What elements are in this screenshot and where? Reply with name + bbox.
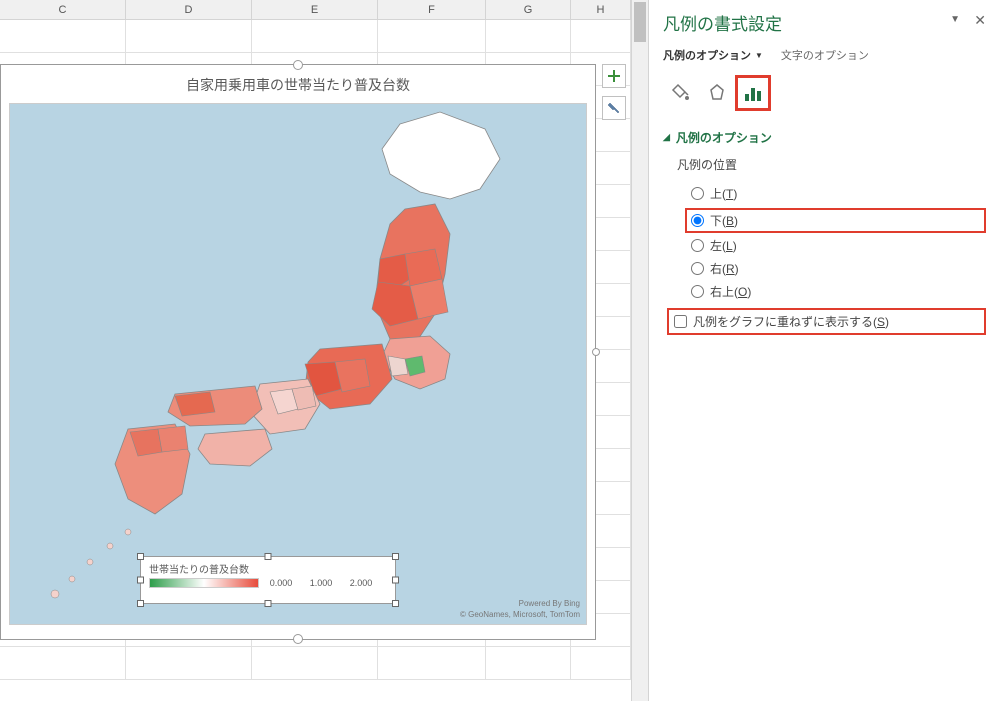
radio-position-bottom[interactable]: 下(B) xyxy=(685,208,986,233)
chart-legend[interactable]: 世帯当たりの普及台数 0.000 1.000 2.000 xyxy=(140,556,396,604)
legend-handle[interactable] xyxy=(265,600,272,607)
col-header-c[interactable]: C xyxy=(0,0,126,19)
col-header-e[interactable]: E xyxy=(252,0,378,19)
dropdown-arrow-icon: ▼ xyxy=(755,51,763,60)
legend-gradient-bar xyxy=(149,578,259,588)
radio-position-right[interactable]: 右(R) xyxy=(691,260,986,277)
chart-options-icon[interactable] xyxy=(735,75,771,111)
legend-handle[interactable] xyxy=(265,553,272,560)
col-header-g[interactable]: G xyxy=(486,0,571,19)
expand-arrow-icon: ◢ xyxy=(663,132,670,143)
chart-elements-button[interactable] xyxy=(602,64,626,88)
japan-map xyxy=(10,104,586,624)
legend-handle[interactable] xyxy=(392,553,399,560)
legend-handle[interactable] xyxy=(137,600,144,607)
column-headers: C D E F G H xyxy=(0,0,648,20)
map-area[interactable]: Powered By Bing © GeoNames, Microsoft, T… xyxy=(9,103,587,625)
attribution-line2: © GeoNames, Microsoft, TomTom xyxy=(460,610,580,620)
tab-legend-options[interactable]: 凡例のオプション ▼ xyxy=(663,47,763,63)
fill-outline-icon[interactable] xyxy=(663,75,699,111)
col-header-f[interactable]: F xyxy=(378,0,486,19)
legend-values: 0.000 1.000 2.000 xyxy=(265,578,377,588)
effects-icon[interactable] xyxy=(699,75,735,111)
checkbox-no-overlap[interactable]: 凡例をグラフに重ねずに表示する(S) xyxy=(667,308,986,335)
spreadsheet-area: C D E F G H xyxy=(0,0,648,701)
legend-handle[interactable] xyxy=(392,577,399,584)
radio-position-topright[interactable]: 右上(O) xyxy=(691,283,986,300)
position-label: 凡例の位置 xyxy=(677,156,986,173)
vertical-scrollbar[interactable] xyxy=(631,0,648,701)
chart-floating-buttons xyxy=(602,64,626,120)
chart-container[interactable]: 自家用乗用車の世帯当たり普及台数 xyxy=(0,64,596,640)
tab-text-options[interactable]: 文字のオプション xyxy=(781,47,869,63)
panel-close-button[interactable]: ✕ xyxy=(974,12,986,29)
attribution-line1: Powered By Bing xyxy=(460,599,580,609)
format-legend-panel: 凡例の書式設定 ▼ ✕ 凡例のオプション ▼ 文字のオプション ◢ xyxy=(648,0,1000,701)
map-attribution: Powered By Bing © GeoNames, Microsoft, T… xyxy=(460,599,580,620)
col-header-h[interactable]: H xyxy=(571,0,631,19)
legend-handle[interactable] xyxy=(392,600,399,607)
radio-position-left[interactable]: 左(L) xyxy=(691,237,986,254)
resize-handle-right[interactable] xyxy=(592,348,600,356)
radio-position-top[interactable]: 上(T) xyxy=(691,185,986,202)
scrollbar-thumb[interactable] xyxy=(634,2,646,42)
legend-handle[interactable] xyxy=(137,577,144,584)
chart-title[interactable]: 自家用乗用車の世帯当たり普及台数 xyxy=(1,65,595,103)
chart-styles-button[interactable] xyxy=(602,96,626,120)
col-header-d[interactable]: D xyxy=(126,0,252,19)
legend-handle[interactable] xyxy=(137,553,144,560)
section-legend-options[interactable]: ◢ 凡例のオプション xyxy=(663,129,986,146)
panel-dropdown-icon[interactable]: ▼ xyxy=(950,14,960,25)
legend-label: 世帯当たりの普及台数 xyxy=(149,561,387,576)
panel-title: 凡例の書式設定 xyxy=(663,10,986,35)
